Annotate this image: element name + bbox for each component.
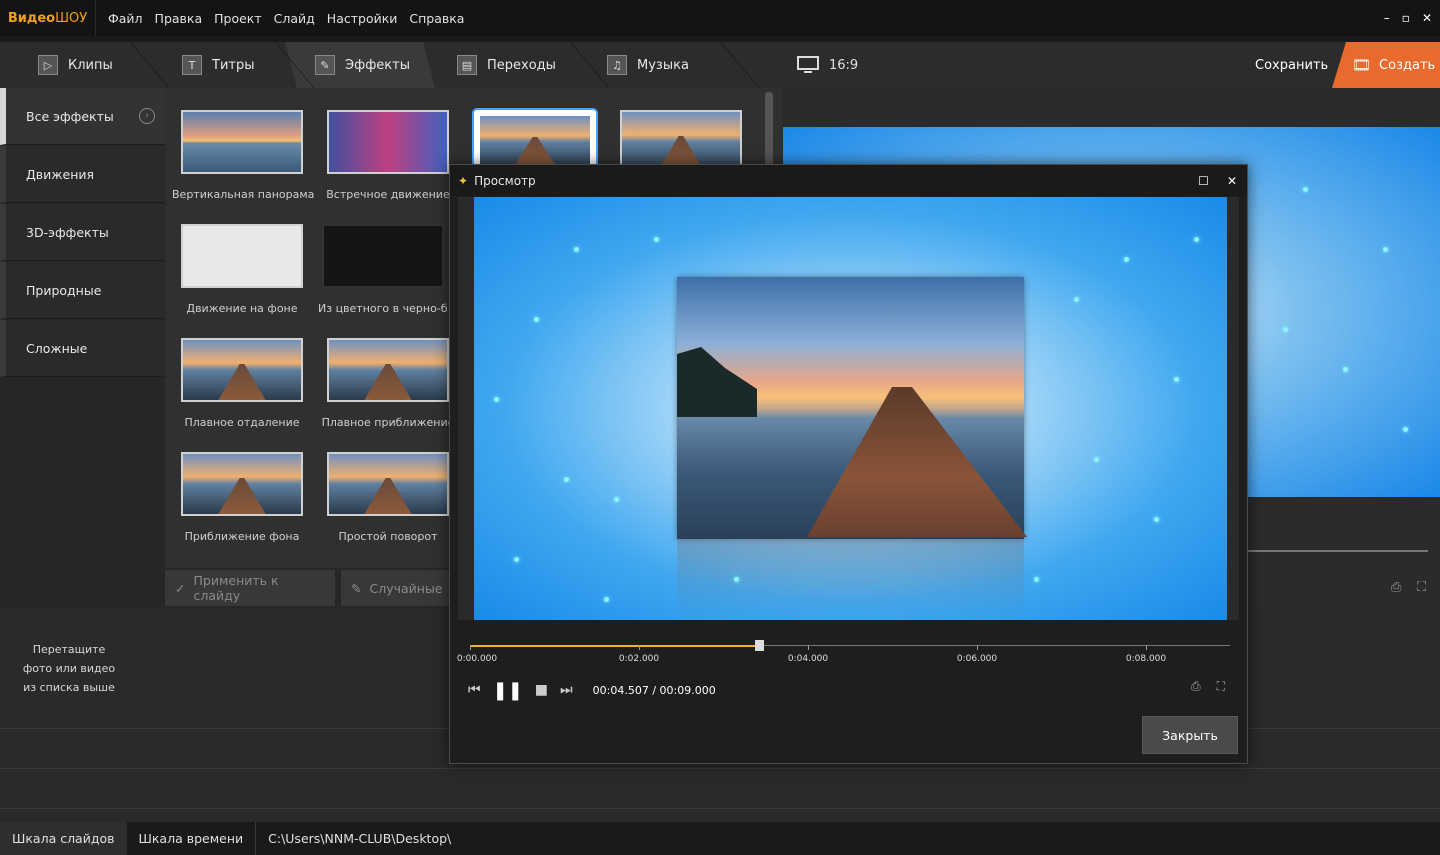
tab-clips[interactable]: ▷ Клипы [0, 42, 145, 88]
monitor-icon [797, 56, 819, 73]
tick-label: 0:04.000 [787, 654, 829, 664]
play-icon: ▷ [38, 55, 58, 75]
tab-slide-view[interactable]: Шкала слайдов [0, 822, 127, 855]
music-icon: ♫ [607, 55, 627, 75]
camera-icon[interactable]: ⎙ [1191, 679, 1201, 694]
random-button[interactable]: ✎ Случайные [341, 570, 451, 606]
fullscreen-icon[interactable]: ⛶ [1217, 679, 1225, 694]
category-motion[interactable]: Движения [0, 146, 165, 203]
text-icon: T [182, 55, 202, 75]
drop-hint: Перетащите фото или видео из списка выше [22, 643, 116, 694]
check-icon: ✓ [175, 580, 186, 596]
divider [0, 768, 1440, 769]
film-icon: 🎞︎ [1352, 56, 1372, 74]
playback-progress [470, 645, 759, 647]
title-bar: Видео ШОУ Файл Правка Проект Слайд Настро… [0, 0, 1440, 36]
fullscreen-icon[interactable]: ⛶ [1417, 580, 1426, 595]
close-icon[interactable]: ✕ [1422, 11, 1432, 25]
effect-item[interactable]: Приближение фона [172, 452, 312, 543]
save-button[interactable]: Сохранить [1245, 42, 1338, 88]
divider [0, 808, 1440, 809]
effect-item[interactable]: Из цветного в черно-белое [318, 224, 448, 315]
effect-item[interactable]: Плавное отдаление [172, 338, 312, 429]
playhead[interactable] [754, 640, 764, 651]
magic-wand-icon: ✎ [351, 580, 362, 596]
effect-item[interactable]: Простой поворот [318, 452, 458, 543]
stop-icon[interactable]: ■ [535, 682, 548, 698]
tick-label: 0:08.000 [1125, 654, 1167, 664]
dialog-title-bar: ✦ Просмотр ☐ ✕ [450, 165, 1247, 196]
category-sidebar: Все эффекты › Движения 3D-эффекты Природ… [0, 88, 165, 608]
effect-item[interactable]: Движение на фоне [172, 224, 312, 315]
preview-photo [677, 277, 1027, 539]
minimize-icon[interactable]: – [1384, 11, 1390, 25]
tab-titles[interactable]: T Титры [145, 42, 285, 88]
menu-settings[interactable]: Настройки [327, 11, 398, 26]
grid-scrollbar[interactable] [765, 92, 773, 172]
category-nature[interactable]: Природные [0, 262, 165, 319]
pause-icon[interactable]: ❚❚ [493, 680, 523, 701]
dialog-tools: ⎙ ⛶ [1191, 679, 1225, 694]
clapper-icon: ▤ [457, 55, 477, 75]
tick-label: 0:00.000 [456, 654, 498, 664]
effect-item[interactable]: Вертикальная панорама [172, 110, 314, 201]
category-all[interactable]: Все эффекты › [0, 88, 165, 145]
magic-wand-icon: ✎ [315, 55, 335, 75]
create-button[interactable]: 🎞︎ Создать [1332, 42, 1440, 88]
menu-slide[interactable]: Слайд [274, 11, 315, 26]
tick-label: 0:02.000 [618, 654, 660, 664]
menu-edit[interactable]: Правка [155, 11, 203, 26]
status-bar: Шкала слайдов Шкала времени C:\Users\NNM… [0, 822, 1440, 855]
skip-forward-icon[interactable]: ⏭ [560, 682, 573, 698]
tab-music[interactable]: ♫ Музыка [585, 42, 735, 88]
effect-item[interactable]: Встречное движение [318, 110, 458, 201]
tab-bar: ▷ Клипы T Титры ✎ Эффекты ▤ Переходы ♫ М… [0, 42, 782, 88]
app-logo: Видео ШОУ [0, 0, 96, 36]
menu-project[interactable]: Проект [214, 11, 262, 26]
menu-help[interactable]: Справка [409, 11, 464, 26]
apply-to-slide-button[interactable]: ✓ Применить к слайду [165, 570, 335, 606]
effect-item[interactable]: Плавное приближение [318, 338, 458, 429]
camera-icon[interactable]: ⎙ [1391, 580, 1401, 595]
category-complex[interactable]: Сложные [0, 320, 165, 377]
tick-label: 0:06.000 [956, 654, 998, 664]
close-icon[interactable]: ✕ [1227, 174, 1237, 188]
category-3d[interactable]: 3D-эффекты [0, 204, 165, 261]
restore-icon[interactable]: ▫ [1402, 11, 1410, 25]
skip-back-icon[interactable]: ⏮ [468, 682, 481, 698]
file-path: C:\Users\NNM-CLUB\Desktop\ [255, 822, 463, 855]
timecode: 00:04.507 / 00:09.000 [592, 683, 716, 697]
tab-timeline-view[interactable]: Шкала времени [127, 822, 256, 855]
close-button[interactable]: Закрыть [1142, 716, 1238, 754]
tab-transitions[interactable]: ▤ Переходы [435, 42, 585, 88]
playback-timeline[interactable]: 0:00.000 0:02.000 0:04.000 0:06.000 0:08… [457, 640, 1230, 665]
maximize-icon[interactable]: ☐ [1198, 174, 1209, 188]
video-preview [474, 197, 1227, 620]
chevron-right-icon[interactable]: › [139, 108, 155, 124]
sparkle-icon: ✦ [458, 173, 469, 188]
aspect-ratio[interactable]: 16:9 [797, 42, 858, 88]
menu-file[interactable]: Файл [108, 11, 143, 26]
playback-controls: ⏮ ❚❚ ■ ⏭ 00:04.507 / 00:09.000 [468, 679, 716, 701]
preview-dialog: ✦ Просмотр ☐ ✕ 0:00.000 0:02.000 0:04.00… [449, 164, 1248, 764]
preview-slider[interactable] [1248, 550, 1428, 552]
